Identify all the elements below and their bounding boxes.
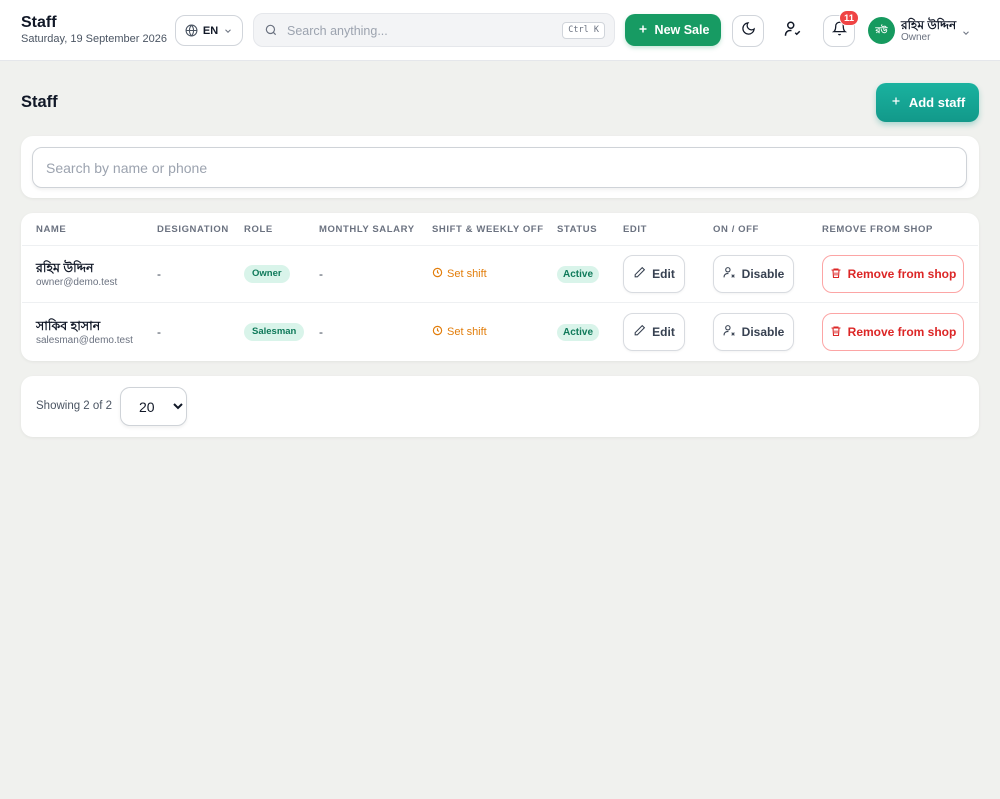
column-header-shift: SHIFT & WEEKLY OFF	[432, 224, 544, 235]
globe-icon	[185, 24, 198, 37]
column-header-remove: REMOVE FROM SHOP	[822, 224, 933, 235]
clock-icon	[432, 325, 443, 339]
staff-salary: -	[319, 325, 323, 339]
moon-icon	[741, 21, 756, 41]
theme-toggle-button[interactable]	[732, 15, 764, 47]
column-header-name: NAME	[36, 224, 67, 235]
remove-from-shop-button[interactable]: Remove from shop	[822, 313, 964, 351]
set-shift-link[interactable]: Set shift	[432, 325, 487, 339]
staff-designation: -	[157, 267, 161, 281]
set-shift-label: Set shift	[447, 326, 487, 338]
status-badge: Active	[557, 266, 600, 283]
user-role: Owner	[901, 32, 931, 43]
remove-label: Remove from shop	[847, 267, 957, 281]
staff-search-placeholder: Search by name or phone	[46, 160, 208, 176]
pencil-icon	[633, 266, 646, 282]
chevron-down-icon[interactable]	[961, 25, 971, 43]
chevron-down-icon	[223, 26, 233, 36]
set-shift-link[interactable]: Set shift	[432, 267, 487, 281]
trash-icon	[830, 267, 842, 282]
staff-search-input[interactable]: Search by name or phone	[32, 147, 967, 188]
remove-from-shop-button[interactable]: Remove from shop	[822, 255, 964, 293]
page-size-select[interactable]: 20	[120, 387, 187, 426]
notification-count-badge: 11	[839, 10, 860, 26]
disable-label: Disable	[741, 325, 785, 339]
column-header-edit: EDIT	[623, 224, 648, 235]
staff-email: owner@demo.test	[36, 277, 118, 288]
page-title: Staff	[21, 93, 58, 111]
search-card: Search by name or phone	[21, 136, 979, 198]
global-search[interactable]: Search anything... Ctrl K	[253, 13, 615, 47]
search-icon	[264, 23, 278, 42]
column-header-status: STATUS	[557, 224, 598, 235]
edit-button[interactable]: Edit	[623, 313, 685, 351]
staff-designation: -	[157, 325, 161, 339]
column-header-role: ROLE	[244, 224, 273, 235]
column-header-designation: DESIGNATION	[157, 224, 229, 235]
set-shift-label: Set shift	[447, 268, 487, 280]
disable-button[interactable]: Disable	[713, 255, 794, 293]
column-header-salary: MONTHLY SALARY	[319, 224, 415, 235]
add-staff-label: Add staff	[908, 95, 966, 110]
trash-icon	[830, 325, 842, 340]
add-staff-button[interactable]: Add staff	[876, 83, 979, 122]
header-divider	[22, 245, 978, 246]
column-header-toggle: ON / OFF	[713, 224, 759, 235]
staff-email: salesman@demo.test	[36, 335, 133, 346]
new-sale-label: New Sale	[654, 23, 710, 37]
avatar[interactable]: রউ	[868, 17, 895, 44]
language-label: EN	[202, 24, 219, 37]
top-bar: Staff Saturday, 19 September 2026 EN Sea…	[0, 0, 1000, 61]
remove-label: Remove from shop	[847, 325, 957, 339]
user-x-icon	[723, 266, 736, 282]
language-selector[interactable]: EN	[175, 15, 243, 46]
disable-button[interactable]: Disable	[713, 313, 794, 351]
plus-icon	[890, 95, 902, 110]
status-badge: Active	[557, 324, 600, 341]
app-title: Staff	[21, 14, 57, 31]
staff-check-button[interactable]	[777, 15, 809, 47]
new-sale-button[interactable]: New Sale	[625, 14, 721, 46]
edit-label: Edit	[652, 325, 675, 339]
pencil-icon	[633, 324, 646, 340]
search-shortcut-hint: Ctrl K	[562, 22, 605, 39]
role-badge: Owner	[244, 265, 290, 283]
staff-salary: -	[319, 267, 323, 281]
user-x-icon	[723, 324, 736, 340]
clock-icon	[432, 267, 443, 281]
user-check-icon	[784, 20, 802, 43]
edit-label: Edit	[652, 267, 675, 281]
showing-count: Showing 2 of 2	[36, 400, 113, 412]
disable-label: Disable	[741, 267, 785, 281]
current-date: Saturday, 19 September 2026	[21, 33, 167, 45]
row-divider	[22, 302, 978, 303]
role-badge: Salesman	[244, 323, 305, 341]
plus-icon	[637, 23, 649, 38]
edit-button[interactable]: Edit	[623, 255, 685, 293]
global-search-placeholder: Search anything...	[287, 24, 388, 38]
